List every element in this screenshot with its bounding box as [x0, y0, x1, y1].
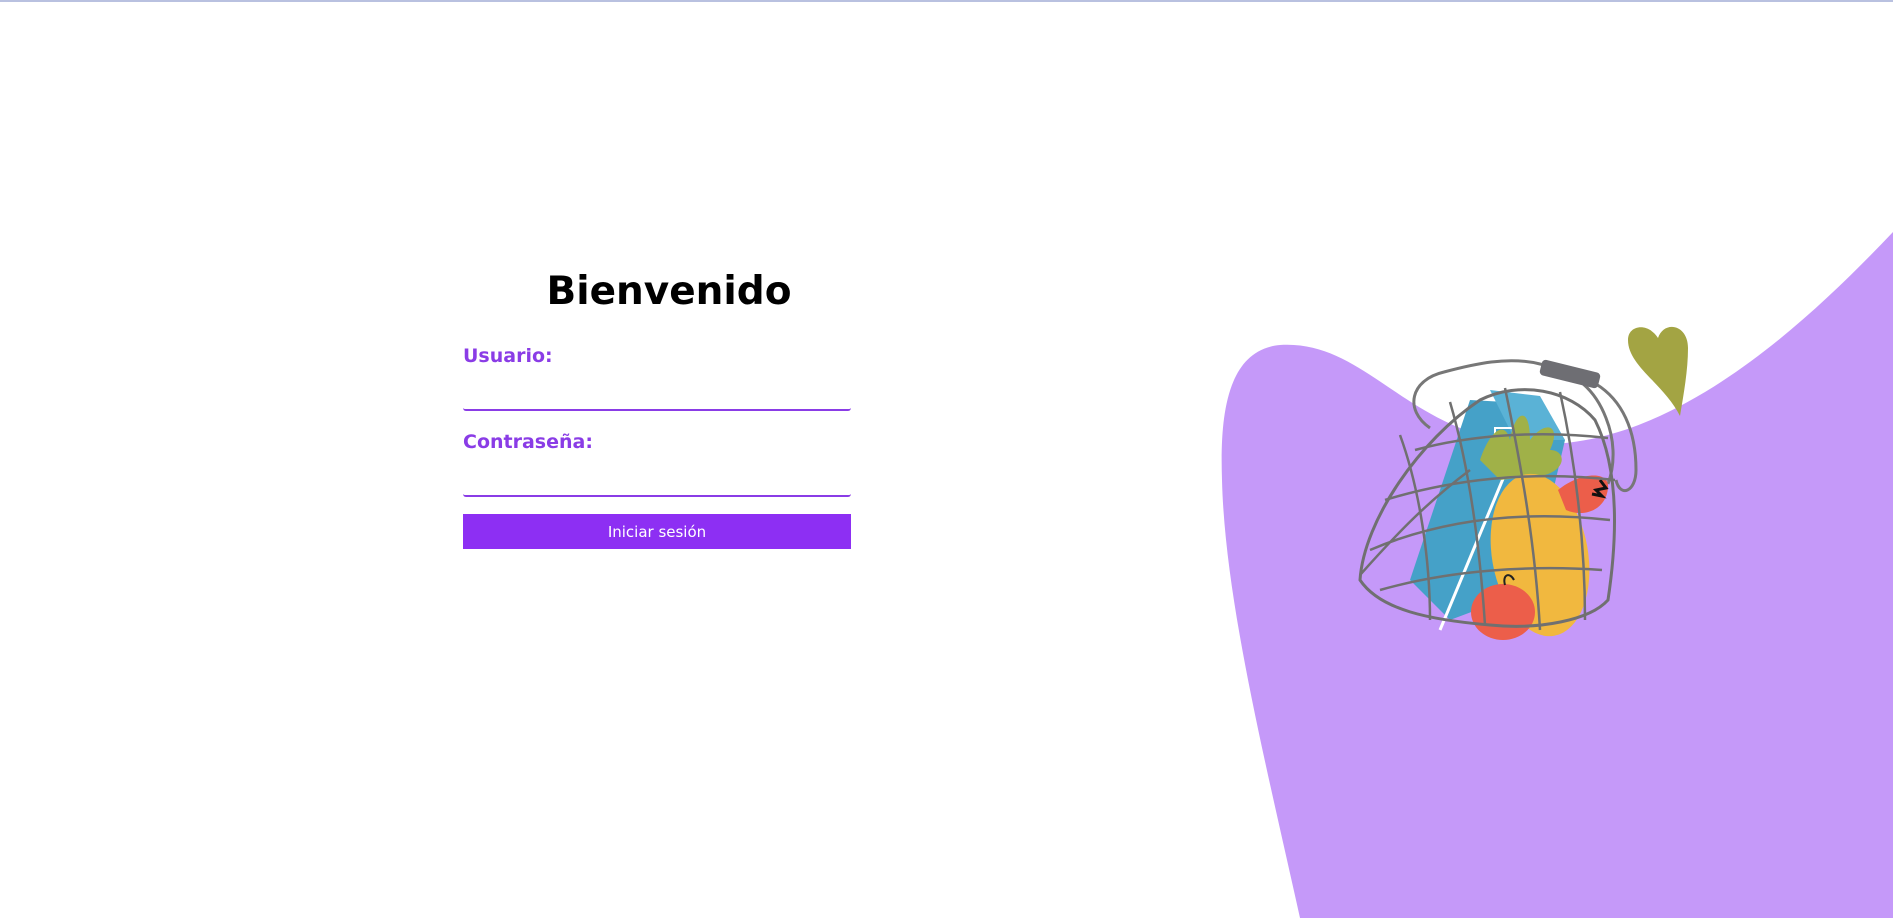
login-button[interactable]: Iniciar sesión — [463, 514, 851, 549]
grocery-bag-illustration — [1358, 326, 1688, 640]
login-form: Bienvenido Usuario: Contraseña: Iniciar … — [463, 262, 851, 549]
password-label: Contraseña: — [463, 431, 593, 453]
page-title: Bienvenido — [546, 269, 792, 314]
username-input[interactable] — [463, 375, 851, 411]
login-page: Bienvenido Usuario: Contraseña: Iniciar … — [0, 0, 1893, 918]
password-input[interactable] — [463, 461, 851, 497]
username-label: Usuario: — [463, 345, 553, 367]
